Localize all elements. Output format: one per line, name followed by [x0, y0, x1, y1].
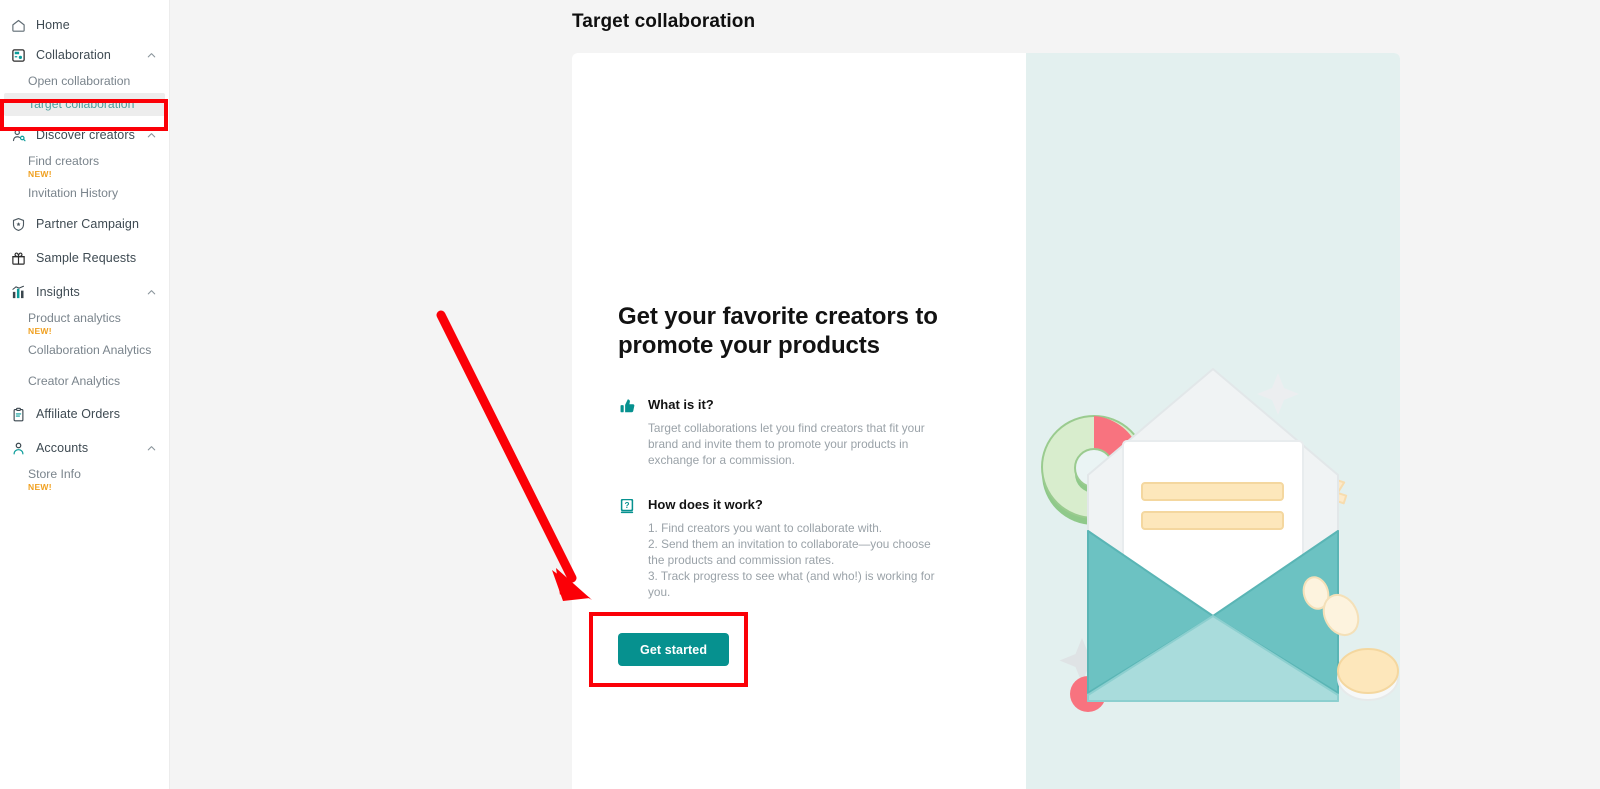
sidebar: Home Collaboration Open collaboration Ta… [0, 0, 170, 789]
sidebar-item-label: Store Info [28, 467, 81, 481]
feature-how-does-it-work: ? How does it work? 1. Find creators you… [618, 496, 948, 600]
feature-what-is-it: What is it? Target collaborations let yo… [618, 396, 948, 468]
feature-step: 2. Send them an invitation to collaborat… [648, 537, 931, 567]
sidebar-item-label: Sample Requests [36, 251, 137, 265]
sidebar-item-label: Affiliate Orders [36, 407, 121, 421]
help-book-icon: ? [618, 497, 636, 515]
sidebar-item-discover-creators[interactable]: Discover creators [0, 120, 169, 150]
card-illustration-panel [1026, 53, 1400, 789]
sidebar-item-open-collaboration[interactable]: Open collaboration [0, 70, 169, 93]
sidebar-item-product-analytics[interactable]: Product analytics NEW! [0, 307, 169, 339]
sidebar-item-label: Creator Analytics [28, 374, 121, 388]
person-icon [10, 440, 26, 456]
insights-chart-icon [10, 284, 26, 300]
get-started-button[interactable]: Get started [618, 633, 730, 666]
open-envelope-with-letter-illustration [1041, 367, 1399, 712]
sidebar-item-label: Collaboration [36, 48, 111, 62]
sidebar-item-invitation-history[interactable]: Invitation History [0, 182, 169, 205]
app-root: Home Collaboration Open collaboration Ta… [0, 0, 1600, 789]
hero-title: Get your favorite creators to promote yo… [618, 303, 938, 359]
sidebar-item-affiliate-orders[interactable]: Affiliate Orders [0, 399, 169, 429]
sidebar-item-label: Collaboration Analytics [28, 343, 152, 357]
feature-step: 3. Track progress to see what (and who!)… [648, 569, 935, 599]
sidebar-item-partner-campaign[interactable]: Partner Campaign [0, 209, 169, 239]
chevron-up-icon[interactable] [145, 286, 157, 298]
sidebar-item-label: Target collaboration [28, 97, 135, 111]
chevron-up-icon[interactable] [145, 442, 157, 454]
feature-step: 1. Find creators you want to collaborate… [648, 521, 883, 535]
thumbs-up-icon [618, 397, 636, 415]
chevron-up-icon[interactable] [145, 49, 157, 61]
shield-icon [10, 216, 26, 232]
discover-creators-icon [10, 127, 26, 143]
home-icon [10, 17, 26, 33]
new-badge: NEW! [28, 169, 52, 179]
feature-body: Target collaborations let you find creat… [648, 421, 925, 467]
svg-text:?: ? [624, 501, 629, 510]
sidebar-item-label: Discover creators [36, 128, 135, 142]
sidebar-item-label: Product analytics [28, 311, 121, 325]
sidebar-item-insights[interactable]: Insights [0, 277, 169, 307]
feature-heading: What is it? [648, 397, 714, 412]
sidebar-item-label: Open collaboration [28, 74, 131, 88]
new-badge: NEW! [28, 326, 52, 336]
sidebar-item-store-info[interactable]: Store Info NEW! [0, 463, 169, 495]
sidebar-item-collaboration[interactable]: Collaboration [0, 40, 169, 70]
sidebar-item-creator-analytics[interactable]: Creator Analytics [0, 370, 169, 393]
hero-block: Get your favorite creators to promote yo… [618, 302, 948, 600]
collaboration-icon [10, 47, 26, 63]
sidebar-item-label: Invitation History [28, 186, 119, 200]
sidebar-item-label: Accounts [36, 441, 89, 455]
gift-icon [10, 250, 26, 266]
clipboard-icon [10, 406, 26, 422]
sidebar-item-label: Find creators [28, 154, 100, 168]
sidebar-item-sample-requests[interactable]: Sample Requests [0, 243, 169, 273]
onboarding-card: Get your favorite creators to promote yo… [572, 53, 1400, 789]
chevron-up-icon[interactable] [145, 129, 157, 141]
feature-heading: How does it work? [648, 497, 763, 512]
sidebar-item-label: Home [36, 18, 70, 32]
page-title: Target collaboration [572, 11, 756, 32]
sidebar-item-collaboration-analytics[interactable]: Collaboration Analytics [0, 339, 169, 362]
card-left-panel: Get your favorite creators to promote yo… [572, 53, 1026, 789]
new-badge: NEW! [28, 482, 52, 492]
sidebar-item-label: Insights [36, 285, 80, 299]
sidebar-item-label: Partner Campaign [36, 217, 140, 231]
sidebar-item-target-collaboration[interactable]: Target collaboration [4, 93, 165, 116]
sidebar-item-home[interactable]: Home [0, 10, 169, 40]
sidebar-item-accounts[interactable]: Accounts [0, 433, 169, 463]
main-content: Target collaboration Get your favorite c… [170, 0, 1600, 789]
sidebar-item-find-creators[interactable]: Find creators NEW! [0, 150, 169, 182]
